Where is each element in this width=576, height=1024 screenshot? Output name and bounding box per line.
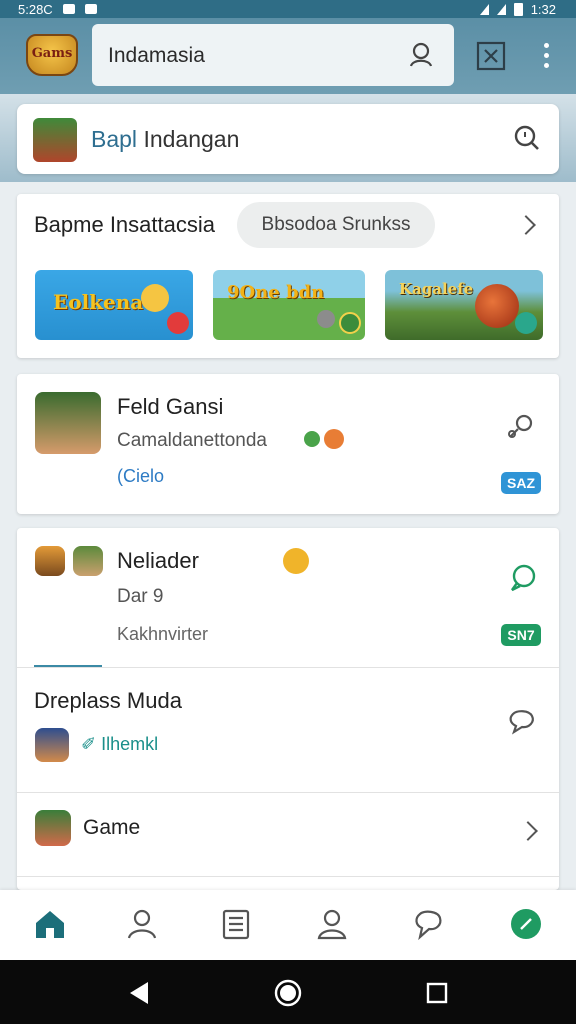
recents-icon[interactable] [422,978,452,1008]
list-item-detail: Kakhnvirter [117,624,209,644]
app-subtitle: Camaldanettonda [117,430,267,451]
logo-text: Gams [31,46,73,61]
character-icon [141,284,169,312]
list-item-subtitle: Dar 9 [117,586,164,607]
banner-game-2[interactable]: 9One bdn [213,270,365,340]
app-bar: Gams Indamasia [0,18,576,94]
banner-title: 9One bdn [227,282,325,303]
rating-icon [324,429,344,449]
secondary-search-value: Bapl Indangan [91,126,240,152]
featured-title: Bapme Insattacsia [34,212,215,237]
banner-title: Eolkena [53,290,144,314]
character-icon [475,284,519,328]
search-icon[interactable] [408,42,434,68]
game-icon [35,546,65,576]
list-item-title[interactable]: Neliader [117,548,199,574]
system-nav-bar [0,960,576,1024]
search-icon[interactable] [513,124,541,152]
game-icon [35,810,71,846]
featured-card: Bapme Insattacsia Bbsodoa Srunkss Eolken… [17,194,559,358]
verified-icon [304,431,320,447]
search-person-icon[interactable] [505,412,537,444]
status-bar: 5:28C 1:32 [0,0,576,18]
list-item-link[interactable]: ✐ Ilhemkl [81,734,158,755]
list-card: Neliader Dar 9 Kakhnvirter SN7 Dreplass … [17,528,559,890]
banner-game-1[interactable]: Eolkena [35,270,193,340]
status-badge: SAZ [501,472,541,494]
notification-icon [84,4,97,14]
back-icon[interactable] [124,978,154,1008]
home-icon[interactable] [32,906,68,942]
account-icon[interactable] [314,906,350,942]
game-icon [35,728,69,762]
app-logo[interactable]: Gams [22,30,82,80]
top-search-value: Indamasia [108,44,205,67]
chat-icon[interactable] [410,906,446,942]
list-item-title[interactable]: Game [83,816,140,840]
profile-icon[interactable] [124,906,160,942]
compass-icon[interactable] [508,906,544,942]
character-icon [317,310,335,328]
battery-icon [513,2,523,16]
status-badge: SN7 [501,624,541,646]
divider [17,792,559,793]
coin-icon [283,548,309,574]
badge-icon [339,312,361,334]
chat-outline-icon[interactable] [505,706,537,738]
chat-bubble-icon[interactable] [507,562,539,594]
status-time: 1:32 [530,1,556,17]
secondary-search-field[interactable]: Bapl Indangan [17,104,559,174]
list-icon[interactable] [218,906,254,942]
chevron-right-icon[interactable] [516,215,536,235]
close-box-icon[interactable] [475,40,507,72]
wifi-icon [479,3,489,15]
banner-title: Kagalefe [399,280,474,298]
divider [17,667,559,668]
chevron-right-icon[interactable] [518,821,538,841]
top-search-field[interactable]: Indamasia [92,24,454,86]
app-link[interactable]: (Cielo [117,466,164,487]
leaf-icon: ✐ [81,734,102,754]
badge-icon [515,312,537,334]
more-vert-icon[interactable] [536,40,556,72]
status-time-left: 5:28C [18,1,53,17]
game-avatar-icon [33,118,77,162]
featured-chip[interactable]: Bbsodoa Srunkss [237,202,435,248]
list-item-title[interactable]: Dreplass Muda [34,688,182,714]
notification-icon [62,4,75,14]
badge-icon [167,312,189,334]
banner-game-3[interactable]: Kagalefe [385,270,543,340]
game-icon [73,546,103,576]
app-icon [35,392,101,454]
app-card[interactable]: Feld Gansi Camaldanettonda (Cielo SAZ [17,374,559,514]
app-name: Feld Gansi [117,394,224,419]
signal-icon [496,3,506,15]
divider [17,876,559,877]
home-button-icon[interactable] [273,978,303,1008]
bottom-nav [0,890,576,960]
